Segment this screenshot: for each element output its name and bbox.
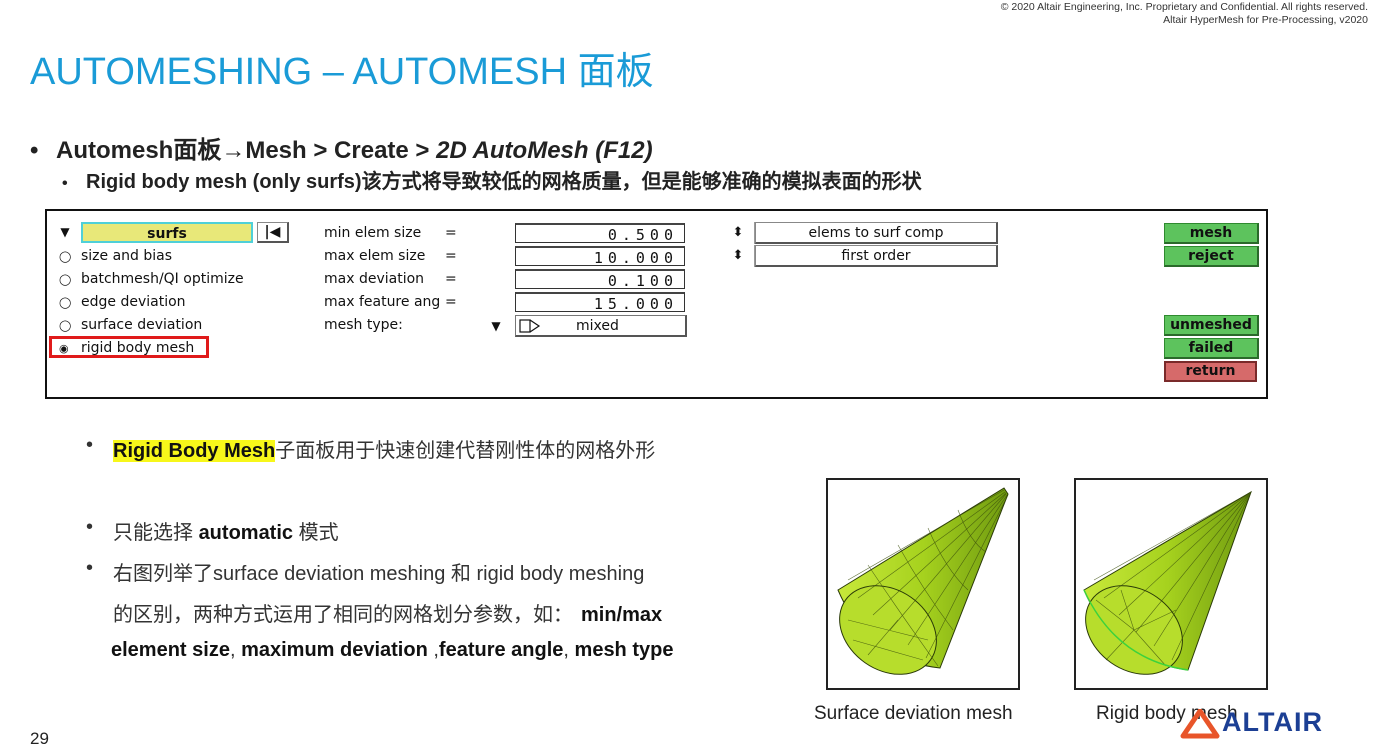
- max-deviation-input[interactable]: 0.100: [515, 269, 685, 290]
- radio-edge-deviation[interactable]: ◯ edge deviation: [59, 292, 186, 313]
- altair-logo-text: ALTAIR: [1222, 707, 1323, 737]
- field-label: max deviation =: [324, 271, 457, 287]
- arrow-icon: →: [221, 137, 246, 164]
- max-elem-size-input[interactable]: 10.000: [515, 246, 685, 267]
- copyright-notice: © 2020 Altair Engineering, Inc. Propriet…: [1001, 1, 1368, 27]
- radio-label: size and bias: [81, 248, 173, 264]
- bullet-dot: •: [86, 516, 94, 538]
- sub-bullet-3-line-1: • 右图列举了surface deviation meshing 和 rigid …: [86, 557, 645, 586]
- radio-indicator-icon: ◯: [59, 250, 72, 263]
- bullet-dot: •: [86, 434, 94, 456]
- rigid-body-mesh-image: [1074, 478, 1268, 690]
- left-image-caption: Surface deviation mesh: [814, 703, 1013, 724]
- bullet-sub-text: Rigid body mesh (only surfs)该方式将导致较低的网格质…: [86, 171, 922, 193]
- bullet-main-prefix: Automesh面板: [56, 137, 222, 164]
- element-order-toggle[interactable]: first order: [755, 245, 998, 267]
- sub-bullet-3-text: 的区别，两种方式运用了相同的网格划分参数，如：: [113, 604, 573, 626]
- altair-logo-icon: [1180, 709, 1220, 739]
- separator: ,: [563, 639, 575, 661]
- return-button[interactable]: return: [1164, 361, 1257, 382]
- radio-label: surface deviation: [81, 317, 203, 333]
- field-label: min elem size =: [324, 225, 457, 241]
- param-mesh-type: mesh type: [574, 639, 674, 661]
- bullet-sub: • Rigid body mesh (only surfs)该方式将导致较低的网格…: [62, 165, 922, 194]
- sub-bullet-2-post: 模式: [293, 522, 339, 544]
- bullet-main-italic: 2D AutoMesh (F12): [436, 137, 653, 164]
- max-feature-angle-input[interactable]: 15.000: [515, 292, 685, 313]
- radio-size-and-bias[interactable]: ◯ size and bias: [59, 246, 172, 267]
- field-label: max feature ang =: [324, 294, 457, 310]
- mesh-type-icon: [519, 319, 541, 333]
- mesh-button[interactable]: mesh: [1164, 223, 1259, 244]
- entity-dropdown-arrow-icon[interactable]: ▼: [51, 222, 79, 242]
- radio-label: edge deviation: [81, 294, 186, 310]
- sub-bullet-2: • 只能选择 automatic 模式: [86, 516, 339, 545]
- copyright-line-2: Altair HyperMesh for Pre-Processing, v20…: [1163, 14, 1368, 26]
- sub-bullet-1: • Rigid Body Mesh子面板用于快速创建代替刚性体的网格外形: [86, 434, 656, 463]
- bullet-main: • Automesh面板→Mesh > Create > 2D AutoMesh …: [30, 130, 653, 165]
- sub-bullet-2-pre: 只能选择: [113, 522, 199, 544]
- bullet-dot: •: [86, 557, 94, 579]
- min-elem-size-input[interactable]: 0.500: [515, 223, 685, 244]
- sub-bullet-3-line-2: 的区别，两种方式运用了相同的网格划分参数，如： min/max: [113, 598, 662, 627]
- radio-indicator-icon: ◯: [59, 319, 72, 332]
- highlight-box: [49, 336, 209, 358]
- spinner-updown-icon[interactable]: ⬍: [722, 222, 755, 244]
- separator: ,: [427, 639, 439, 661]
- surface-deviation-mesh-image: [826, 478, 1020, 690]
- param-max-deviation: maximum deviation: [241, 639, 428, 661]
- automesh-panel: ▼ surfs |◀ ◯ size and bias ◯ batchmesh/QI …: [45, 209, 1268, 399]
- field-label: max elem size =: [324, 248, 457, 264]
- bullet-main-path: Mesh > Create >: [245, 137, 437, 164]
- mesh-type-dropdown-arrow-icon[interactable]: ▼: [479, 315, 513, 337]
- mesh-type-selector[interactable]: mixed: [515, 315, 687, 337]
- elems-to-surf-comp-toggle[interactable]: elems to surf comp: [755, 222, 998, 244]
- sub-bullet-3-line-3: element size, maximum deviation ,feature…: [111, 639, 673, 662]
- mesh-type-value: mixed: [576, 318, 619, 334]
- param-element-size: element size: [111, 639, 230, 661]
- spinner-updown-icon[interactable]: ⬍: [722, 245, 755, 267]
- failed-button[interactable]: failed: [1164, 338, 1259, 359]
- radio-indicator-icon: ◯: [59, 296, 72, 309]
- param-feature-angle: feature angle: [438, 639, 564, 661]
- mesh-type-label: mesh type:: [324, 317, 403, 333]
- radio-batchmesh[interactable]: ◯ batchmesh/QI optimize: [59, 269, 244, 290]
- unmeshed-button[interactable]: unmeshed: [1164, 315, 1259, 336]
- sub-bullet-3-text: 右图列举了surface deviation meshing 和 rigid b…: [113, 563, 645, 585]
- copyright-line-1: © 2020 Altair Engineering, Inc. Propriet…: [1000, 1, 1368, 13]
- radio-label: batchmesh/QI optimize: [81, 271, 244, 287]
- separator: ,: [229, 639, 242, 661]
- bullet-dot: •: [30, 137, 39, 164]
- radio-indicator-icon: ◯: [59, 273, 72, 286]
- page-number: 29: [30, 729, 49, 748]
- bullet-dot: •: [62, 175, 68, 192]
- reverse-selection-icon[interactable]: |◀: [257, 222, 289, 243]
- radio-surface-deviation[interactable]: ◯ surface deviation: [59, 315, 202, 336]
- highlighted-term: Rigid Body Mesh: [113, 440, 276, 462]
- sub-bullet-1-text: 子面板用于快速创建代替刚性体的网格外形: [275, 440, 656, 462]
- slide-title: AUTOMESHING – AUTOMESH 面板: [30, 51, 654, 93]
- entity-selector-button[interactable]: surfs: [81, 222, 253, 243]
- sub-bullet-3-bold: min/max: [581, 604, 663, 626]
- reject-button[interactable]: reject: [1164, 246, 1259, 267]
- sub-bullet-2-bold: automatic: [198, 522, 294, 544]
